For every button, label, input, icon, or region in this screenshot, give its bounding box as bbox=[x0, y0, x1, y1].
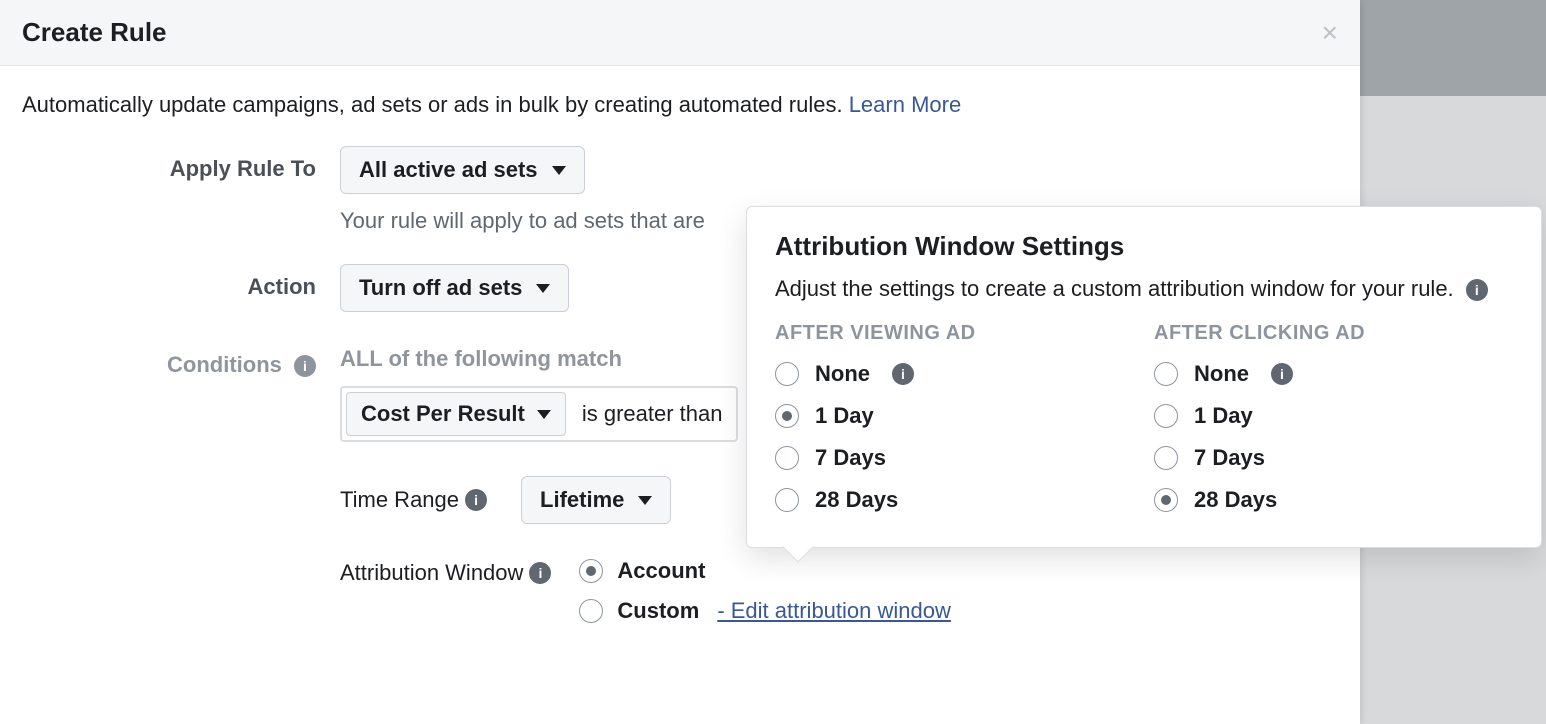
view-option-28-days[interactable]: 28 Days bbox=[775, 487, 1134, 513]
option-label: 1 Day bbox=[815, 403, 874, 429]
view-option-7-days[interactable]: 7 Days bbox=[775, 445, 1134, 471]
radio-icon[interactable] bbox=[1154, 404, 1178, 428]
condition-builder: Cost Per Result is greater than bbox=[340, 386, 738, 442]
option-label: None bbox=[815, 361, 870, 387]
intro-text: Automatically update campaigns, ad sets … bbox=[22, 92, 849, 117]
learn-more-link[interactable]: Learn More bbox=[849, 92, 962, 117]
edit-attribution-window-link[interactable]: - Edit attribution window bbox=[717, 598, 951, 624]
modal-title: Create Rule bbox=[22, 17, 167, 48]
attribution-window-label: Attribution Window bbox=[340, 560, 523, 586]
option-label: 7 Days bbox=[1194, 445, 1265, 471]
view-option-none[interactable]: None i bbox=[775, 361, 1134, 387]
apply-rule-label: Apply Rule To bbox=[22, 146, 340, 182]
info-icon[interactable]: i bbox=[1466, 279, 1488, 301]
condition-metric-value: Cost Per Result bbox=[361, 401, 525, 427]
radio-icon[interactable] bbox=[775, 488, 799, 512]
radio-icon[interactable] bbox=[579, 599, 603, 623]
info-icon[interactable]: i bbox=[892, 363, 914, 385]
chevron-down-icon bbox=[552, 166, 566, 175]
attribution-option-custom[interactable]: Custom - Edit attribution window bbox=[579, 598, 950, 624]
attribution-window-settings-popover: Attribution Window Settings Adjust the s… bbox=[746, 206, 1542, 548]
info-icon[interactable]: i bbox=[1271, 363, 1293, 385]
conditions-label: Conditions i bbox=[22, 342, 340, 378]
info-icon[interactable]: i bbox=[529, 562, 551, 584]
after-viewing-column: AFTER VIEWING AD None i 1 Day 7 Days 28 … bbox=[775, 322, 1134, 529]
time-range-label: Time Range bbox=[340, 487, 459, 513]
chevron-down-icon bbox=[537, 410, 551, 419]
attribution-option-label: Account bbox=[617, 558, 705, 584]
radio-icon[interactable] bbox=[775, 362, 799, 386]
info-icon[interactable]: i bbox=[294, 355, 316, 377]
condition-metric-dropdown[interactable]: Cost Per Result bbox=[346, 392, 566, 436]
option-label: 28 Days bbox=[815, 487, 898, 513]
apply-rule-dropdown[interactable]: All active ad sets bbox=[340, 146, 585, 194]
action-dropdown[interactable]: Turn off ad sets bbox=[340, 264, 569, 312]
chevron-down-icon bbox=[638, 496, 652, 505]
option-label: 28 Days bbox=[1194, 487, 1277, 513]
attribution-option-account-default[interactable]: Account bbox=[579, 558, 950, 584]
apply-rule-value: All active ad sets bbox=[359, 157, 538, 183]
popover-description: Adjust the settings to create a custom a… bbox=[775, 274, 1513, 304]
attribution-window-row: Attribution Window i Account Custom bbox=[340, 558, 1338, 638]
close-icon[interactable]: × bbox=[1322, 19, 1338, 47]
info-icon[interactable]: i bbox=[465, 489, 487, 511]
after-clicking-heading: AFTER CLICKING AD bbox=[1154, 322, 1513, 345]
after-clicking-column: AFTER CLICKING AD None i 1 Day 7 Days 28… bbox=[1154, 322, 1513, 529]
click-option-none[interactable]: None i bbox=[1154, 361, 1513, 387]
radio-icon[interactable] bbox=[1154, 362, 1178, 386]
radio-icon[interactable] bbox=[775, 446, 799, 470]
radio-icon[interactable] bbox=[1154, 488, 1178, 512]
intro-paragraph: Automatically update campaigns, ad sets … bbox=[22, 92, 1338, 118]
popover-title: Attribution Window Settings bbox=[775, 231, 1513, 262]
click-option-7-days[interactable]: 7 Days bbox=[1154, 445, 1513, 471]
action-label: Action bbox=[22, 264, 340, 300]
attribution-option-label: Custom bbox=[617, 598, 699, 624]
click-option-28-days[interactable]: 28 Days bbox=[1154, 487, 1513, 513]
click-option-1-day[interactable]: 1 Day bbox=[1154, 403, 1513, 429]
view-option-1-day[interactable]: 1 Day bbox=[775, 403, 1134, 429]
radio-icon[interactable] bbox=[775, 404, 799, 428]
option-label: None bbox=[1194, 361, 1249, 387]
option-label: 1 Day bbox=[1194, 403, 1253, 429]
chevron-down-icon bbox=[536, 284, 550, 293]
time-range-value: Lifetime bbox=[540, 487, 624, 513]
option-label: 7 Days bbox=[815, 445, 886, 471]
time-range-dropdown[interactable]: Lifetime bbox=[521, 476, 671, 524]
radio-icon[interactable] bbox=[579, 559, 603, 583]
modal-header: Create Rule × bbox=[0, 0, 1360, 66]
condition-operator[interactable]: is greater than bbox=[572, 392, 733, 436]
after-viewing-heading: AFTER VIEWING AD bbox=[775, 322, 1134, 345]
radio-icon[interactable] bbox=[1154, 446, 1178, 470]
action-value: Turn off ad sets bbox=[359, 275, 522, 301]
